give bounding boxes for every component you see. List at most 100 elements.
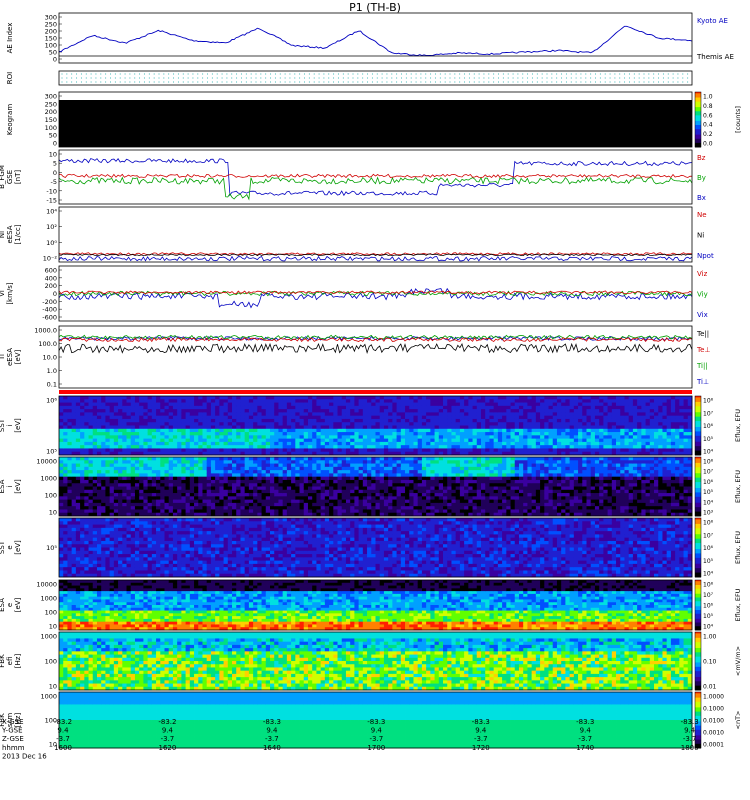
- esa-i-pixel: [164, 479, 170, 484]
- esa-i-pixel: [375, 466, 381, 471]
- esa-i-pixel: [257, 457, 262, 461]
- esa-i-pixel: [341, 493, 347, 497]
- sst-i-pixel: [164, 435, 170, 440]
- sst_i-colorbar-tick: 10⁴: [703, 449, 714, 456]
- sst-i-pixel: [333, 438, 338, 443]
- sst-i-pixel: [641, 412, 646, 417]
- esa-i-pixel: [101, 502, 106, 507]
- sst-i-pixel: [71, 396, 77, 400]
- sst-i-pixel: [683, 415, 689, 420]
- roi-dot: [628, 77, 630, 79]
- sst-i-pixel: [244, 409, 250, 413]
- sst-i-pixel: [63, 441, 68, 446]
- sst-i-pixel: [109, 432, 115, 436]
- sst-i-pixel: [168, 405, 174, 410]
- sst-i-pixel: [662, 405, 668, 410]
- sst-i-pixel: [464, 409, 469, 413]
- sst-i-pixel: [333, 399, 338, 403]
- esa-i-pixel: [92, 493, 98, 497]
- esa-i-pixel: [194, 463, 199, 468]
- esa-i-pixel: [345, 499, 351, 504]
- sst-i-pixel: [160, 441, 165, 446]
- sst-i-pixel: [405, 425, 410, 430]
- sst-i-pixel: [337, 425, 343, 430]
- sst_i-ylabel: SST i [eV]: [0, 418, 22, 433]
- roi-dot: [420, 73, 422, 75]
- sst-i-pixel: [371, 422, 376, 426]
- sst-i-pixel: [257, 418, 262, 423]
- sst-i-pixel: [662, 412, 668, 417]
- vi-ytick: -200: [42, 298, 57, 306]
- roi-dot: [187, 73, 189, 75]
- sst-i-pixel: [607, 399, 613, 403]
- sst-i-pixel: [101, 415, 106, 420]
- sst-i-pixel: [578, 399, 583, 403]
- sst-i-pixel: [329, 399, 334, 403]
- sst-i-pixel: [248, 405, 254, 410]
- esa-i-pixel: [244, 509, 250, 514]
- esa-i-pixel: [248, 502, 254, 507]
- esa-i-pixel: [333, 493, 338, 497]
- sst-i-pixel: [400, 445, 406, 449]
- esa-i-pixel: [156, 489, 161, 494]
- sst-i-pixel: [468, 425, 473, 430]
- sst-i-pixel: [67, 418, 73, 423]
- sst-i-pixel: [232, 438, 237, 443]
- roi-dot: [682, 77, 684, 79]
- sst-i-pixel: [637, 402, 642, 407]
- sst-i-pixel: [105, 448, 111, 453]
- esa-i-pixel: [362, 466, 368, 471]
- roi-dot: [173, 77, 175, 79]
- esa-i-pixel: [130, 486, 136, 491]
- sst-i-pixel: [645, 425, 651, 430]
- sst-i-pixel: [316, 445, 322, 449]
- roi-dot: [323, 81, 325, 83]
- esa-i-pixel: [63, 460, 68, 464]
- esa-i-pixel: [227, 479, 233, 484]
- sst-i-pixel: [139, 425, 144, 430]
- esa-i-pixel: [371, 479, 376, 484]
- roi-dot: [114, 73, 116, 75]
- roi-dot: [192, 81, 194, 83]
- sst-i-pixel: [219, 435, 224, 440]
- esa-i-pixel: [194, 502, 199, 507]
- sst-i-pixel: [438, 428, 444, 433]
- esa-i-pixel: [303, 509, 309, 514]
- sst-i-pixel: [540, 428, 545, 433]
- sst-i-pixel: [670, 445, 676, 449]
- sst-i-pixel: [80, 412, 85, 417]
- esa-i-pixel: [101, 473, 106, 478]
- sst-i-pixel: [236, 445, 241, 449]
- esa-i-pixel: [126, 466, 132, 471]
- sst-i-pixel: [573, 418, 579, 423]
- esa-i-pixel: [350, 479, 355, 484]
- sst-i-pixel: [421, 432, 427, 436]
- esa-i-pixel: [286, 457, 292, 461]
- sst-i-pixel: [80, 399, 85, 403]
- esa-i-pixel: [67, 489, 73, 494]
- esa-i-pixel: [295, 479, 300, 484]
- esa-i-pixel: [71, 463, 77, 468]
- esa-i-pixel: [227, 473, 233, 478]
- roi-dot: [580, 77, 582, 79]
- sst-i-pixel: [578, 405, 583, 410]
- esa-i-pixel: [189, 506, 195, 510]
- sst-i-pixel: [485, 409, 490, 413]
- sst-i-pixel: [683, 428, 689, 433]
- roi-dot: [386, 81, 388, 83]
- sst-i-pixel: [649, 435, 655, 440]
- sst-i-pixel: [582, 412, 587, 417]
- sst-i-pixel: [160, 435, 165, 440]
- sst-i-pixel: [274, 415, 279, 420]
- sst-i-pixel: [409, 415, 414, 420]
- esa-i-pixel: [160, 483, 165, 487]
- esa-i-pixel: [80, 489, 85, 494]
- roi-dot: [143, 73, 145, 75]
- esa-i-pixel: [113, 509, 119, 514]
- sst-i-pixel: [295, 405, 300, 410]
- roi-dot: [483, 73, 485, 75]
- sst-i-pixel: [181, 435, 186, 440]
- sst-i-pixel: [405, 445, 410, 449]
- sst-i-pixel: [556, 445, 562, 449]
- esa-i-pixel: [206, 489, 212, 494]
